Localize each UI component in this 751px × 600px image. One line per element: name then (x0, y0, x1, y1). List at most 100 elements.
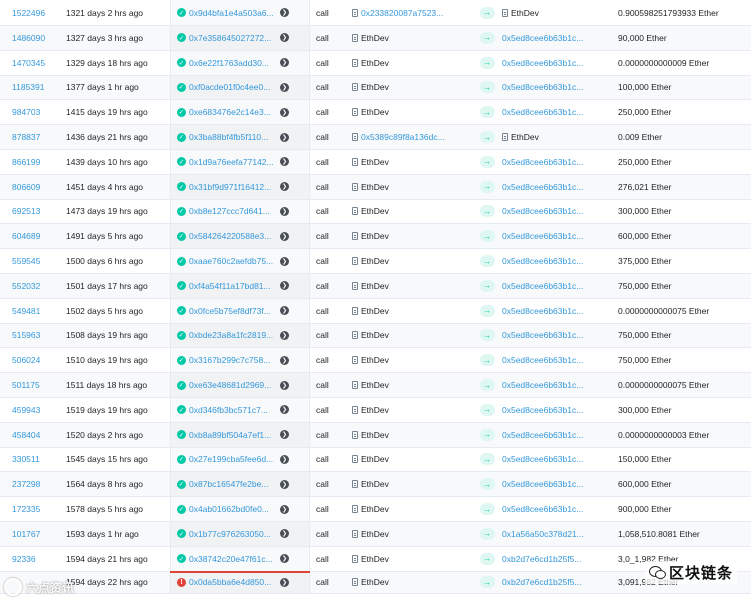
block-number-link[interactable]: 92336 (12, 547, 72, 571)
to-address-link[interactable]: 0x5ed8cee6b63b1c... (502, 82, 583, 92)
parent-tx-hash-link[interactable]: 0x38742c20e47f61c... (189, 554, 277, 564)
parent-tx-hash-link[interactable]: 0xb8e127ccc7d641... (189, 206, 277, 216)
parent-tx-hash-link[interactable]: 0x4ab01662bd0fe0... (189, 504, 277, 514)
view-details-arrow-icon[interactable]: ❯ (280, 405, 289, 415)
to-address-link[interactable]: 0x5ed8cee6b63b1c... (502, 107, 583, 117)
from-address-link[interactable]: EthDev (361, 529, 389, 539)
block-number-link[interactable]: 237298 (12, 472, 72, 496)
from-address-link[interactable]: EthDev (361, 281, 389, 291)
from-address-link[interactable]: EthDev (361, 479, 389, 489)
view-details-arrow-icon[interactable]: ❯ (280, 430, 289, 440)
from-address-link[interactable]: EthDev (361, 306, 389, 316)
to-address-link[interactable]: 0x5ed8cee6b63b1c... (502, 405, 583, 415)
block-number-link[interactable]: 330511 (12, 448, 72, 472)
parent-tx-hash-link[interactable]: 0xb8a89bf504a7ef1... (189, 430, 277, 440)
to-address-link[interactable]: 0x1a56a50c378d21... (502, 529, 584, 539)
to-address-link[interactable]: 0x5ed8cee6b63b1c... (502, 504, 583, 514)
to-address-link[interactable]: 0x5ed8cee6b63b1c... (502, 206, 583, 216)
block-number-link[interactable]: 506024 (12, 348, 72, 372)
view-details-arrow-icon[interactable]: ❯ (280, 355, 289, 365)
to-address-link[interactable]: 0x5ed8cee6b63b1c... (502, 256, 583, 266)
view-details-arrow-icon[interactable]: ❯ (280, 306, 289, 316)
parent-tx-hash-link[interactable]: 0x1b77c976263050... (189, 529, 277, 539)
to-address-link[interactable]: EthDev (511, 132, 539, 142)
from-address-link[interactable]: EthDev (361, 231, 389, 241)
block-number-link[interactable]: 552032 (12, 274, 72, 298)
to-address-link[interactable]: 0x5ed8cee6b63b1c... (502, 306, 583, 316)
from-address-link[interactable]: EthDev (361, 58, 389, 68)
from-address-link[interactable]: EthDev (361, 107, 389, 117)
block-number-link[interactable]: 172335 (12, 497, 72, 521)
block-number-link[interactable]: 501175 (12, 373, 72, 397)
view-details-arrow-icon[interactable]: ❯ (280, 33, 289, 43)
from-address-link[interactable]: EthDev (361, 256, 389, 266)
block-number-link[interactable]: 515963 (12, 324, 72, 348)
parent-tx-hash-link[interactable]: 0x3167b299c7c758... (189, 355, 277, 365)
parent-tx-hash-link[interactable]: 0x584264220588e3... (189, 231, 277, 241)
view-details-arrow-icon[interactable]: ❯ (280, 554, 289, 564)
view-details-arrow-icon[interactable]: ❯ (280, 132, 289, 142)
to-address-link[interactable]: 0x5ed8cee6b63b1c... (502, 182, 583, 192)
parent-tx-hash-link[interactable]: 0xf4a54f11a17bd81... (189, 281, 277, 291)
view-details-arrow-icon[interactable]: ❯ (280, 454, 289, 464)
parent-tx-hash-link[interactable]: 0x27e199cba5fee6d... (189, 454, 277, 464)
parent-tx-hash-link[interactable]: 0x6e22f1763add30... (189, 58, 277, 68)
view-details-arrow-icon[interactable]: ❯ (280, 504, 289, 514)
to-address-link[interactable]: 0x5ed8cee6b63b1c... (502, 479, 583, 489)
from-address-link[interactable]: EthDev (361, 405, 389, 415)
from-address-link[interactable]: EthDev (361, 33, 389, 43)
from-address-link[interactable]: EthDev (361, 577, 389, 587)
to-address-link[interactable]: 0x5ed8cee6b63b1c... (502, 355, 583, 365)
view-details-arrow-icon[interactable]: ❯ (280, 330, 289, 340)
view-details-arrow-icon[interactable]: ❯ (280, 577, 289, 587)
view-details-arrow-icon[interactable]: ❯ (280, 281, 289, 291)
parent-tx-hash-link[interactable]: 0x0da5bba6e4d850... (189, 577, 277, 587)
from-address-link[interactable]: EthDev (361, 330, 389, 340)
view-details-arrow-icon[interactable]: ❯ (280, 58, 289, 68)
parent-tx-hash-link[interactable]: 0x87bc16547fe2be... (189, 479, 277, 489)
view-details-arrow-icon[interactable]: ❯ (280, 380, 289, 390)
from-address-link[interactable]: EthDev (361, 355, 389, 365)
from-address-link[interactable]: EthDev (361, 182, 389, 192)
block-number-link[interactable]: 984703 (12, 100, 72, 124)
to-address-link[interactable]: 0x5ed8cee6b63b1c... (502, 330, 583, 340)
from-address-link[interactable]: EthDev (361, 157, 389, 167)
block-number-link[interactable]: 1486090 (12, 26, 72, 50)
parent-tx-hash-link[interactable]: 0xf0acde01f0c4ee0... (189, 82, 277, 92)
to-address-link[interactable]: 0x5ed8cee6b63b1c... (502, 33, 583, 43)
block-number-link[interactable]: 1470345 (12, 51, 72, 75)
from-address-link[interactable]: EthDev (361, 454, 389, 464)
to-address-link[interactable]: EthDev (511, 8, 539, 18)
block-number-link[interactable]: 458404 (12, 423, 72, 447)
view-details-arrow-icon[interactable]: ❯ (280, 8, 289, 17)
parent-tx-hash-link[interactable]: 0xe63e48681d2969... (189, 380, 277, 390)
parent-tx-hash-link[interactable]: 0xaae760c2aefdb75... (189, 256, 277, 266)
view-details-arrow-icon[interactable]: ❯ (280, 256, 289, 266)
view-details-arrow-icon[interactable]: ❯ (280, 107, 289, 117)
block-number-link[interactable]: 559545 (12, 249, 72, 273)
from-address-link[interactable]: 0x233820087a7523... (361, 8, 443, 18)
block-number-link[interactable]: 604689 (12, 224, 72, 248)
block-number-link[interactable]: 878837 (12, 125, 72, 149)
from-address-link[interactable]: EthDev (361, 554, 389, 564)
parent-tx-hash-link[interactable]: 0x7e358645027272... (189, 33, 277, 43)
parent-tx-hash-link[interactable]: 0x0fce5b75ef8df73f... (189, 306, 277, 316)
view-details-arrow-icon[interactable]: ❯ (280, 182, 289, 192)
from-address-link[interactable]: EthDev (361, 380, 389, 390)
to-address-link[interactable]: 0x5ed8cee6b63b1c... (502, 281, 583, 291)
block-number-link[interactable]: 1185391 (12, 76, 72, 100)
parent-tx-hash-link[interactable]: 0x9d4bfa1e4a503a6... (189, 8, 277, 18)
block-number-link[interactable]: 101767 (12, 522, 72, 546)
from-address-link[interactable]: 0x5389c89f8a136dc... (361, 132, 445, 142)
view-details-arrow-icon[interactable]: ❯ (280, 206, 289, 216)
block-number-link[interactable]: 806609 (12, 175, 72, 199)
view-details-arrow-icon[interactable]: ❯ (280, 231, 289, 241)
block-number-link[interactable]: 866199 (12, 150, 72, 174)
parent-tx-hash-link[interactable]: 0xd346fb3bc571c7... (189, 405, 277, 415)
to-address-link[interactable]: 0x5ed8cee6b63b1c... (502, 157, 583, 167)
view-details-arrow-icon[interactable]: ❯ (280, 529, 289, 539)
view-details-arrow-icon[interactable]: ❯ (280, 479, 289, 489)
to-address-link[interactable]: 0x5ed8cee6b63b1c... (502, 58, 583, 68)
to-address-link[interactable]: 0x5ed8cee6b63b1c... (502, 380, 583, 390)
block-number-link[interactable]: 692513 (12, 200, 72, 224)
